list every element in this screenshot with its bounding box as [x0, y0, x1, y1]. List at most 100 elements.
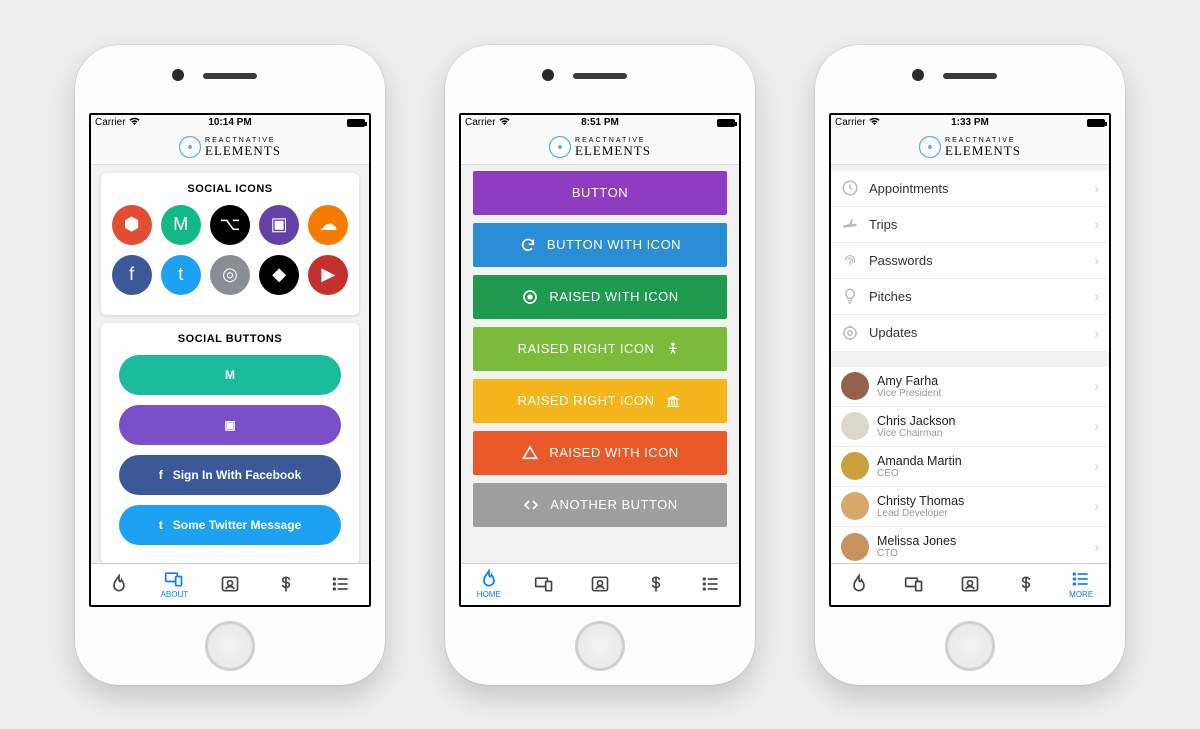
target-icon [841, 324, 869, 342]
status-bar: Carrier 8:51 PM [461, 115, 739, 131]
tab-home[interactable] [831, 564, 887, 605]
youtube-icon[interactable]: ▶ [308, 255, 348, 295]
social-buttons-card: SOCIAL BUTTONS M ▣ fSign In With Facebook t… [101, 323, 359, 563]
demo-button-3[interactable]: RAISED RIGHT ICON [473, 327, 727, 371]
tab-home[interactable]: HOME [461, 564, 517, 605]
button-icon: M [225, 368, 235, 382]
twitter-icon[interactable]: t [161, 255, 201, 295]
list-item[interactable]: Christy Thomas Lead Developer › [831, 487, 1109, 527]
tab-more[interactable]: MORE [1053, 564, 1109, 605]
clock-icon [841, 179, 869, 197]
tab-more[interactable] [683, 564, 739, 605]
github-icon[interactable]: ⌥ [210, 205, 250, 245]
facebook-signin[interactable]: fSign In With Facebook [119, 455, 340, 495]
person-role: Vice President [877, 388, 941, 399]
people-list: Amy Farha Vice President › Chris Jackson… [831, 367, 1109, 563]
list-item[interactable]: Melissa Jones CTO › [831, 527, 1109, 563]
list-item-label: Updates [869, 325, 917, 340]
home-button-physical[interactable] [205, 621, 255, 671]
demo-button-2[interactable]: RAISED WITH ICON [473, 275, 727, 319]
chevron-right-icon: › [1094, 180, 1099, 196]
status-time: 8:51 PM [555, 117, 645, 128]
status-time: 10:14 PM [185, 117, 275, 128]
battery-icon [717, 119, 735, 127]
demo-button-4[interactable]: RAISED RIGHT ICON [473, 379, 727, 423]
chevron-right-icon: › [1094, 288, 1099, 304]
twitch-icon[interactable]: ▣ [259, 205, 299, 245]
list-item-pitches[interactable]: Pitches › [831, 279, 1109, 315]
status-bar: Carrier 1:33 PM [831, 115, 1109, 131]
tab-pricing[interactable] [628, 564, 684, 605]
tab-contact[interactable] [202, 564, 258, 605]
tab-about[interactable] [887, 564, 943, 605]
list-item-label: Appointments [869, 181, 949, 196]
button-icon: f [159, 468, 163, 482]
home-button-physical[interactable] [575, 621, 625, 671]
tab-home[interactable] [91, 564, 147, 605]
list-item[interactable]: Amy Farha Vice President › [831, 367, 1109, 407]
button-label: Some Twitter Message [173, 518, 301, 532]
section-title: SOCIAL BUTTONS [107, 333, 353, 345]
social-icons-card: SOCIAL ICONS ⬢M⌥▣☁ ft◎◆▶ [101, 173, 359, 315]
tab-pricing[interactable] [258, 564, 314, 605]
instagram-icon[interactable]: ◎ [210, 255, 250, 295]
chevron-right-icon: › [1094, 458, 1099, 474]
avatar [841, 492, 869, 520]
chevron-right-icon: › [1094, 539, 1099, 555]
codepen-icon[interactable]: ◆ [259, 255, 299, 295]
home-button-physical[interactable] [945, 621, 995, 671]
demo-button-5[interactable]: RAISED WITH ICON [473, 431, 727, 475]
tab-more[interactable] [313, 564, 369, 605]
plane-icon [841, 215, 869, 233]
button-label: BUTTON [572, 185, 628, 200]
avatar [841, 412, 869, 440]
button-label: BUTTON WITH ICON [547, 237, 681, 252]
bulb-icon [841, 287, 869, 305]
tab-label: HOME [477, 590, 501, 599]
screen: Carrier 10:14 PM REACTNATIVE ELEMENTS SO… [89, 113, 371, 607]
settings-list: Appointments › Trips › Passwords › Pitch… [831, 171, 1109, 351]
list-item-label: Trips [869, 217, 897, 232]
demo-button-0[interactable]: BUTTON [473, 171, 727, 215]
list-item-label: Pitches [869, 289, 912, 304]
tab-contact[interactable] [572, 564, 628, 605]
tab-contact[interactable] [942, 564, 998, 605]
header-line2: ELEMENTS [205, 144, 281, 157]
person-name: Chris Jackson [877, 414, 956, 428]
facebook-icon[interactable]: f [112, 255, 152, 295]
header-line2: ELEMENTS [945, 144, 1021, 157]
list-item[interactable]: Amanda Martin CEO › [831, 447, 1109, 487]
twitter-message[interactable]: tSome Twitter Message [119, 505, 340, 545]
chevron-right-icon: › [1094, 498, 1099, 514]
list-item-appointments[interactable]: Appointments › [831, 171, 1109, 207]
app-header: REACTNATIVE ELEMENTS [91, 131, 369, 165]
list-item[interactable]: Chris Jackson Vice Chairman › [831, 407, 1109, 447]
app-header: REACTNATIVE ELEMENTS [461, 131, 739, 165]
list-item-passwords[interactable]: Passwords › [831, 243, 1109, 279]
avatar [841, 452, 869, 480]
list-item-trips[interactable]: Trips › [831, 207, 1109, 243]
list-item-updates[interactable]: Updates › [831, 315, 1109, 351]
chevron-right-icon: › [1094, 252, 1099, 268]
access-icon [664, 340, 682, 358]
button-label: RAISED RIGHT ICON [518, 393, 655, 408]
battery-icon [347, 119, 365, 127]
medium-button[interactable]: M [119, 355, 340, 395]
twitch-button[interactable]: ▣ [119, 405, 340, 445]
soundcloud-icon[interactable]: ☁ [308, 205, 348, 245]
tab-pricing[interactable] [998, 564, 1054, 605]
status-bar: Carrier 10:14 PM [91, 115, 369, 131]
phone-mockup-1: Carrier 10:14 PM REACTNATIVE ELEMENTS SO… [75, 45, 385, 685]
wifi-icon [869, 117, 880, 129]
tab-about[interactable]: ABOUT [147, 564, 203, 605]
demo-button-6[interactable]: ANOTHER BUTTON [473, 483, 727, 527]
tab-label: ABOUT [161, 590, 189, 599]
tab-about[interactable] [517, 564, 573, 605]
medium-icon[interactable]: M [161, 205, 201, 245]
demo-button-1[interactable]: BUTTON WITH ICON [473, 223, 727, 267]
button-label: ANOTHER BUTTON [550, 497, 677, 512]
chevron-right-icon: › [1094, 216, 1099, 232]
gitlab-icon[interactable]: ⬢ [112, 205, 152, 245]
person-name: Christy Thomas [877, 494, 964, 508]
screen: Carrier 8:51 PM REACTNATIVE ELEMENTS BUT… [459, 113, 741, 607]
